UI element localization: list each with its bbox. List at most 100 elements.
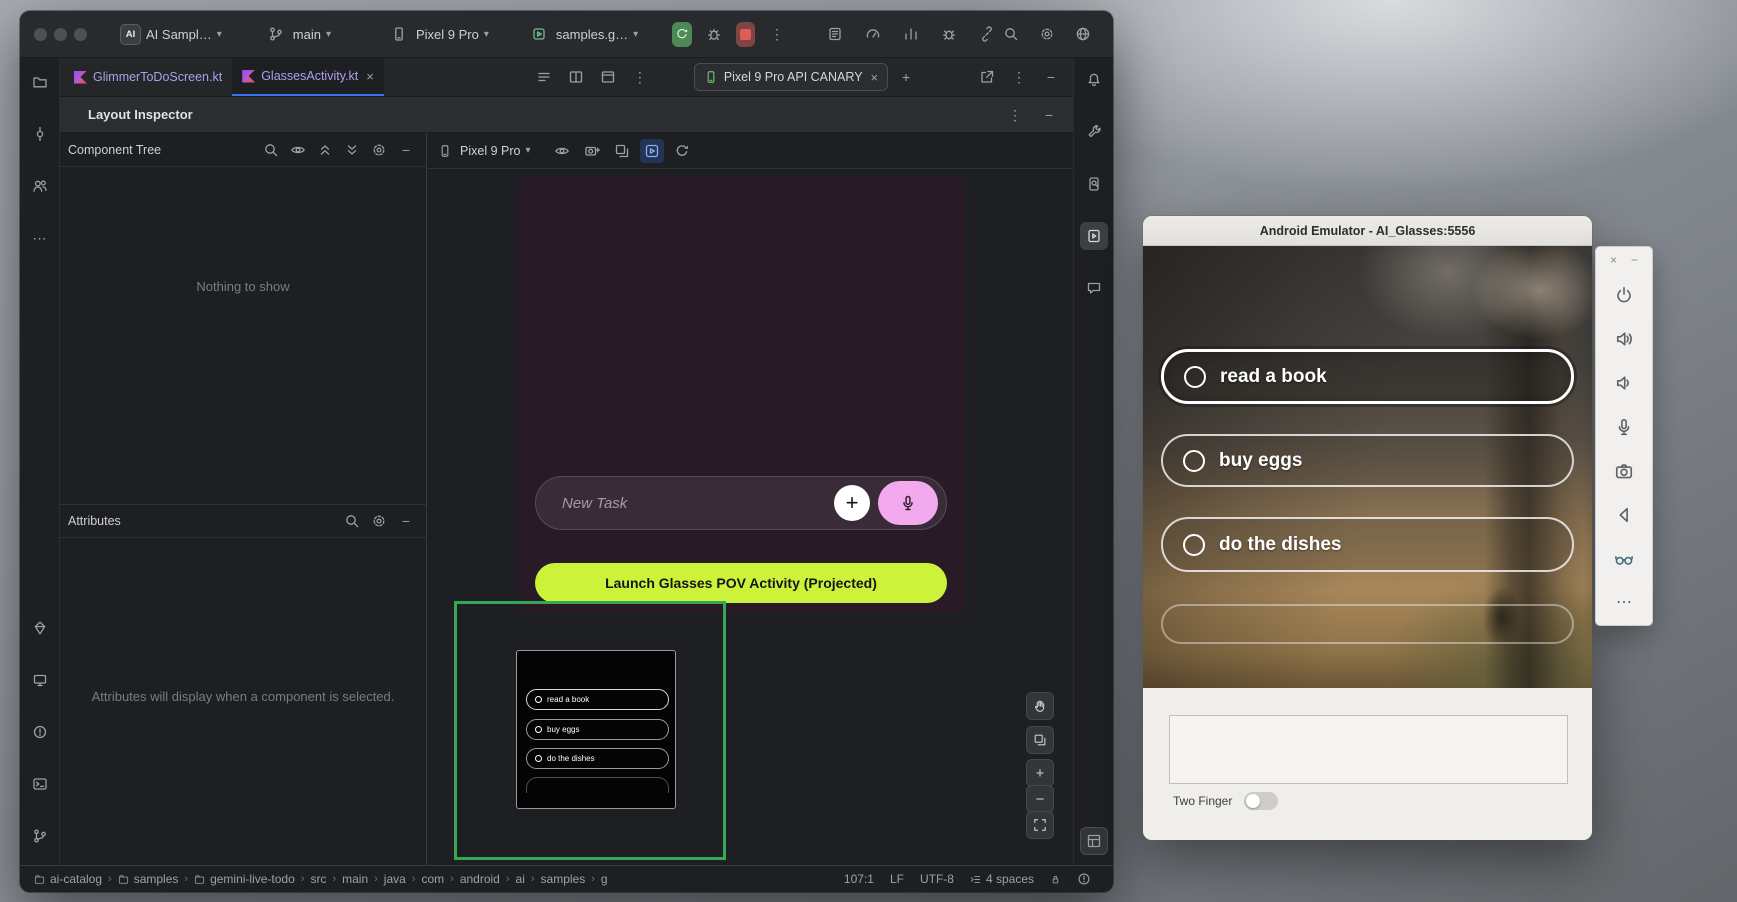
visibility-eye-icon[interactable]: [286, 138, 310, 162]
todo-item[interactable]: read a book: [1161, 349, 1574, 404]
mirrored-phone-screen[interactable]: New Task + Launch Glasses POV Activity (…: [519, 177, 965, 613]
app-insights-bug-icon[interactable]: [937, 22, 961, 46]
branch-selector[interactable]: main ▾: [264, 22, 331, 46]
layers-snapshot-icon[interactable]: [610, 139, 634, 163]
voice-input-button[interactable]: [878, 481, 938, 525]
add-device-tab-icon[interactable]: +: [894, 65, 918, 89]
close-toolbar-icon[interactable]: ×: [1610, 253, 1617, 267]
close-window-button[interactable]: [34, 28, 47, 41]
live-updates-toggle-icon[interactable]: [640, 139, 664, 163]
collapse-all-icon[interactable]: [340, 138, 364, 162]
terminal-icon[interactable]: [26, 770, 54, 798]
new-task-input[interactable]: New Task +: [535, 476, 947, 530]
problems-icon[interactable]: [26, 718, 54, 746]
search-icon[interactable]: [999, 22, 1023, 46]
device-monitor-icon[interactable]: [26, 666, 54, 694]
tree-settings-gear-icon[interactable]: [367, 138, 391, 162]
back-icon[interactable]: [1606, 493, 1642, 537]
breadcrumb-item[interactable]: gemini-live-todo: [194, 872, 295, 886]
breadcrumb-item[interactable]: android: [460, 872, 500, 886]
two-finger-toggle[interactable]: [1244, 792, 1278, 810]
minimize-inspector-icon[interactable]: −: [1037, 103, 1061, 127]
glasses-todo-item[interactable]: read a book: [526, 689, 669, 710]
run-config-selector[interactable]: samples.g… ▾: [527, 22, 638, 46]
breadcrumb-item[interactable]: samples: [118, 872, 179, 886]
screenshot-camera-icon[interactable]: [580, 139, 604, 163]
add-task-button[interactable]: +: [834, 485, 870, 521]
running-device-tab[interactable]: Pixel 9 Pro API CANARY ×: [694, 63, 888, 91]
more-options-icon[interactable]: ⋯: [1606, 581, 1642, 625]
visibility-eye-icon[interactable]: [550, 139, 574, 163]
camera-icon[interactable]: [1606, 449, 1642, 493]
layout-inspector-toggle-icon[interactable]: [1080, 827, 1108, 855]
pan-hand-icon[interactable]: [1026, 692, 1054, 720]
notifications-bell-icon[interactable]: [1080, 66, 1108, 94]
globe-icon[interactable]: [1071, 22, 1095, 46]
glasses-todo-item[interactable]: do the dishes: [526, 748, 669, 769]
rerun-button[interactable]: [672, 22, 691, 47]
lock-widget[interactable]: [1050, 874, 1061, 885]
close-tab-icon[interactable]: ×: [366, 69, 374, 84]
hide-tree-icon[interactable]: −: [394, 138, 418, 162]
breadcrumb-item[interactable]: samples: [541, 872, 586, 886]
project-selector[interactable]: AI AI Sampl… ▾: [120, 24, 222, 45]
link-icon[interactable]: [975, 22, 999, 46]
version-control-branch-icon[interactable]: [26, 822, 54, 850]
tab-glassesactivity[interactable]: GlassesActivity.kt ×: [232, 58, 384, 96]
stop-button[interactable]: [736, 22, 755, 47]
build-analyzer-icon[interactable]: [899, 22, 923, 46]
line-ending-widget[interactable]: LF: [890, 872, 904, 886]
mirrored-device-selector[interactable]: Pixel 9 Pro ▾: [435, 139, 530, 163]
tab-glimmertodoscreen[interactable]: GlimmerToDoScreen.kt: [64, 58, 232, 96]
target-device-selector[interactable]: Pixel 9 Pro ▾: [387, 22, 489, 46]
expand-all-icon[interactable]: [313, 138, 337, 162]
assistant-chat-icon[interactable]: [1080, 274, 1108, 302]
emulator-screen[interactable]: read a book buy eggs do the dishes: [1143, 246, 1592, 688]
breadcrumb-item[interactable]: ai: [516, 872, 525, 886]
search-icon[interactable]: [259, 138, 283, 162]
collaborators-icon[interactable]: [26, 172, 54, 200]
zoom-window-button[interactable]: [74, 28, 87, 41]
running-devices-icon[interactable]: [1080, 222, 1108, 250]
refresh-icon[interactable]: [670, 139, 694, 163]
more-actions-kebab-icon[interactable]: ⋮: [765, 22, 789, 46]
cursor-position-widget[interactable]: 107:1: [844, 872, 874, 886]
project-folder-icon[interactable]: [26, 68, 54, 96]
close-device-tab-icon[interactable]: ×: [871, 70, 879, 85]
launch-glasses-button[interactable]: Launch Glasses POV Activity (Projected): [535, 563, 947, 603]
minimize-window-button[interactable]: [54, 28, 67, 41]
settings-gear-icon[interactable]: [1035, 22, 1059, 46]
search-icon[interactable]: [340, 509, 364, 533]
logcat-icon[interactable]: [823, 22, 847, 46]
power-icon[interactable]: [1606, 273, 1642, 317]
more-tools-icon[interactable]: ⋯: [26, 224, 54, 252]
breadcrumb-item[interactable]: main: [342, 872, 368, 886]
debug-icon[interactable]: [702, 22, 726, 46]
profiler-icon[interactable]: [861, 22, 885, 46]
inspector-options-kebab-icon[interactable]: ⋮: [1003, 103, 1027, 127]
hide-attributes-icon[interactable]: −: [394, 509, 418, 533]
glasses-icon[interactable]: [1606, 537, 1642, 581]
encoding-widget[interactable]: UTF-8: [920, 872, 954, 886]
volume-down-icon[interactable]: [1606, 361, 1642, 405]
indent-widget[interactable]: 4 spaces: [970, 872, 1034, 886]
todo-item[interactable]: do the dishes: [1161, 517, 1574, 572]
emulator-titlebar[interactable]: Android Emulator - AI_Glasses:5556: [1143, 216, 1592, 246]
breadcrumb-item[interactable]: src: [310, 872, 326, 886]
mic-icon[interactable]: [1606, 405, 1642, 449]
problems-indicator-icon[interactable]: [1077, 872, 1091, 886]
zoom-fit-icon[interactable]: [1026, 811, 1054, 839]
glasses-todo-item[interactable]: buy eggs: [526, 719, 669, 740]
commit-icon[interactable]: [26, 120, 54, 148]
breadcrumb-item[interactable]: com: [421, 872, 444, 886]
zoom-out-icon[interactable]: −: [1026, 785, 1054, 813]
touchpad-input-area[interactable]: [1169, 715, 1568, 784]
minimize-toolbar-icon[interactable]: −: [1631, 253, 1638, 267]
zoom-in-icon[interactable]: +: [1026, 759, 1054, 787]
breadcrumb-item[interactable]: ai-catalog: [34, 872, 102, 886]
open-in-window-icon[interactable]: [975, 65, 999, 89]
attributes-settings-gear-icon[interactable]: [367, 509, 391, 533]
breadcrumb-item[interactable]: java: [384, 872, 406, 886]
todo-item[interactable]: buy eggs: [1161, 434, 1574, 487]
preview-layout-icon[interactable]: [596, 65, 620, 89]
